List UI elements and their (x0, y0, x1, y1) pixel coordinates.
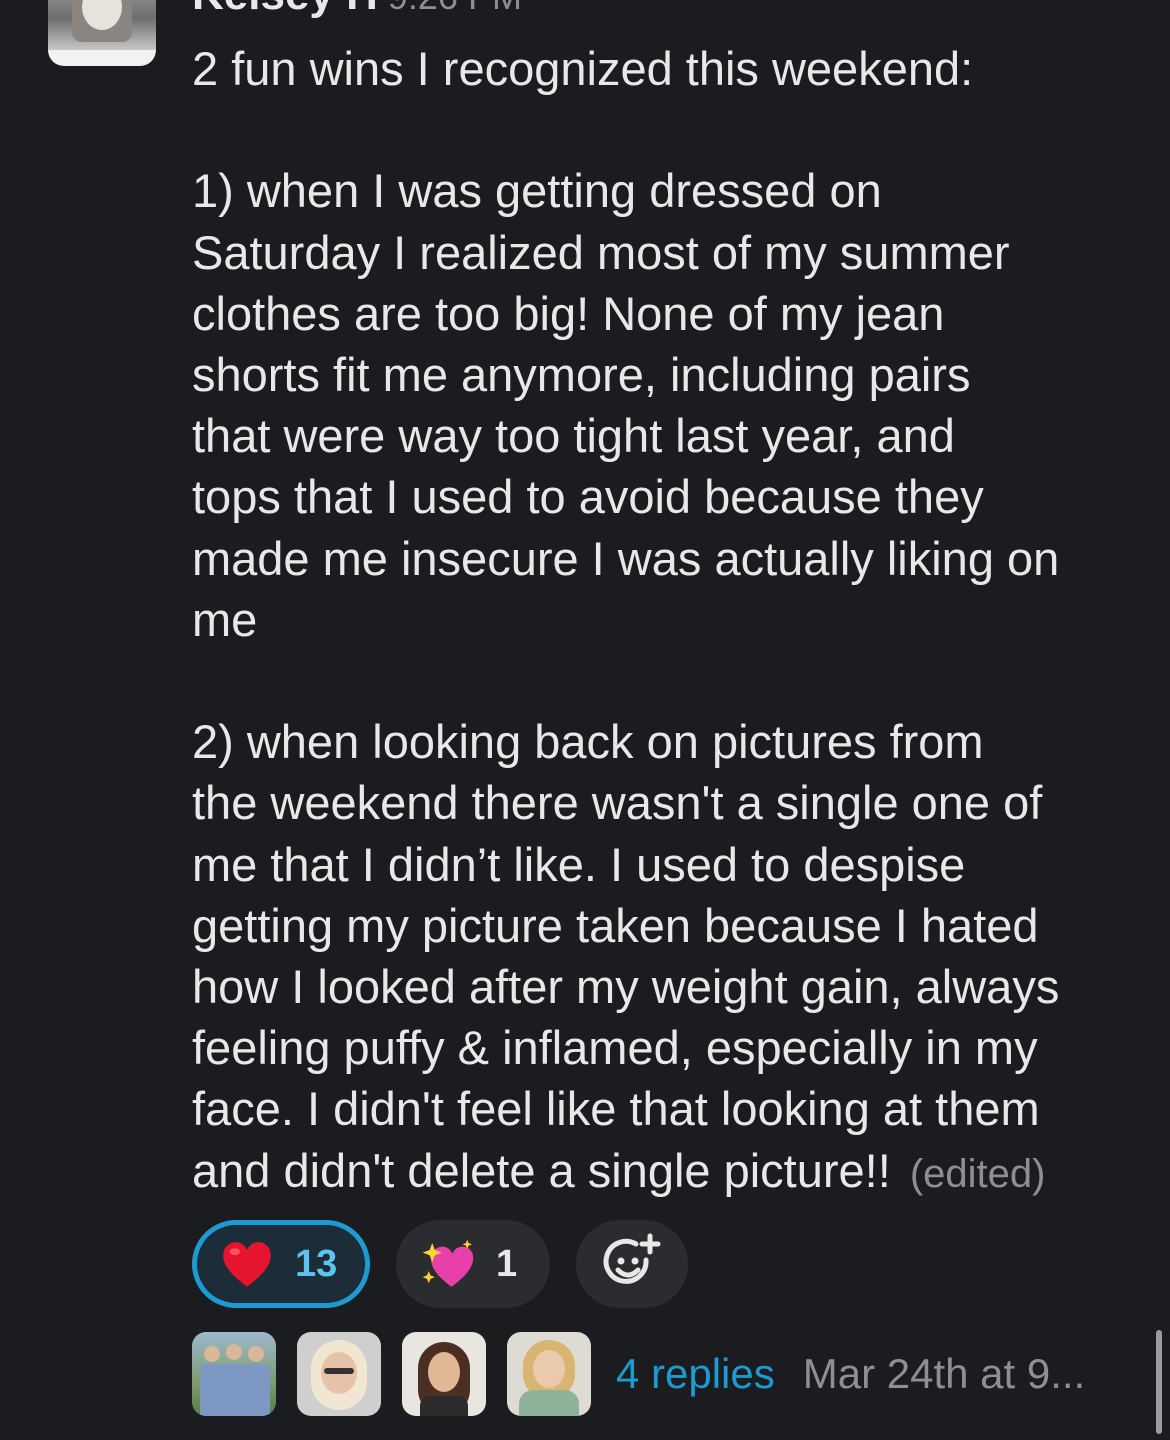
thread-timestamp: Mar 24th at 9... (802, 1350, 1086, 1397)
message-point-2: 2) when looking back on pictures from th… (192, 715, 1060, 1197)
message-body: 2 fun wins I recognized this weekend: 1)… (192, 38, 1132, 1205)
thread-summary[interactable]: 4 replies Mar 24th at 9... (192, 1332, 1085, 1416)
message-time: 9:26 PM (388, 0, 522, 17)
message-point-1: 1) when I was getting dressed on Saturda… (192, 164, 1060, 646)
reply-avatar-1 (192, 1332, 276, 1416)
reply-avatar-4 (507, 1332, 591, 1416)
reply-avatar-3 (402, 1332, 486, 1416)
author-name[interactable]: Kelsey H9:26 PM (192, 0, 522, 20)
reply-avatar-2 (297, 1332, 381, 1416)
message-intro: 2 fun wins I recognized this weekend: (192, 42, 974, 95)
scrollbar[interactable] (1156, 1330, 1162, 1434)
add-reaction-icon (603, 1233, 661, 1284)
replies-link[interactable]: 4 replies (616, 1350, 775, 1398)
reaction-sparkling-heart[interactable]: 1 (396, 1220, 550, 1308)
reaction-heart-count: 13 (295, 1242, 338, 1285)
heart-icon (223, 1242, 271, 1287)
sparkling-heart-icon (422, 1239, 474, 1287)
edited-label: (edited) (909, 1151, 1046, 1196)
add-reaction-button[interactable] (576, 1220, 688, 1308)
reactions-bar: 13 1 (192, 1220, 688, 1308)
reaction-sparkling-heart-count: 1 (496, 1242, 518, 1285)
reaction-heart[interactable]: 13 (192, 1220, 370, 1308)
author-avatar[interactable] (48, 0, 156, 66)
